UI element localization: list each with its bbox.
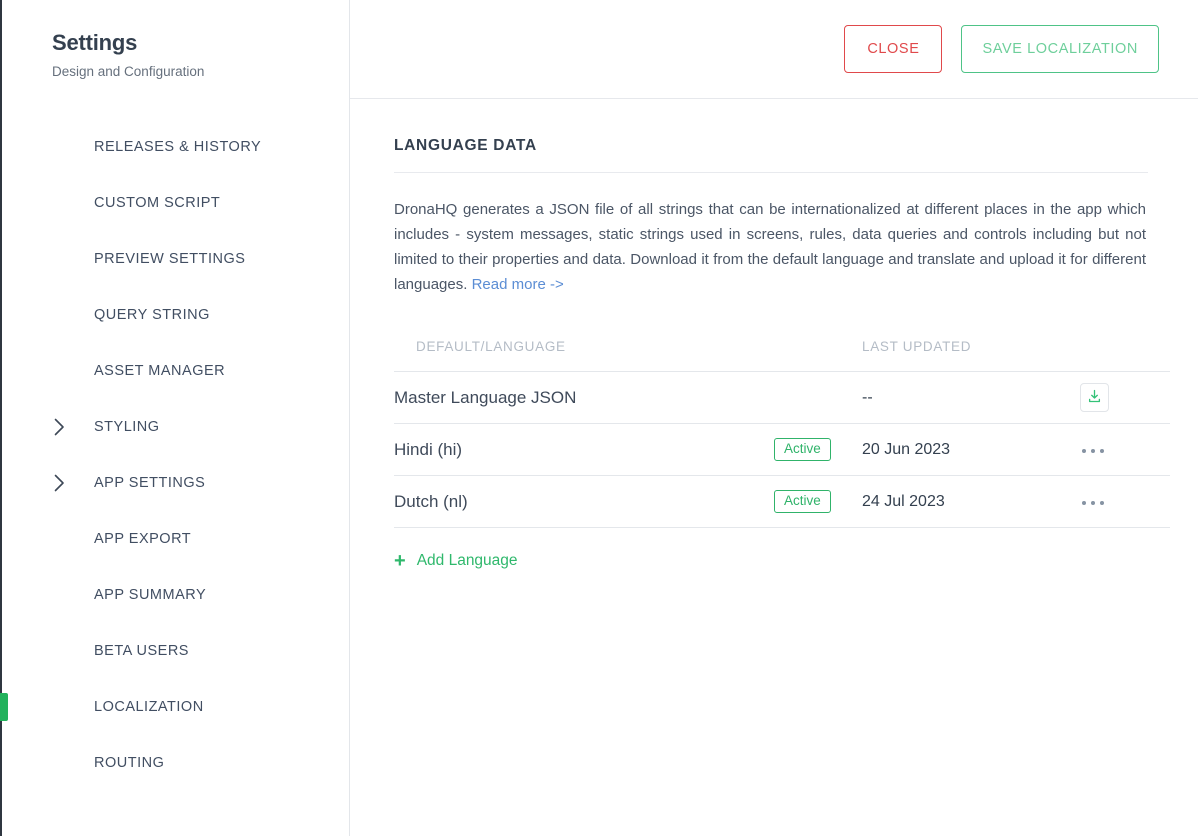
row-menu-button[interactable]: [1080, 495, 1106, 511]
add-language-button[interactable]: + Add Language: [394, 551, 518, 571]
table-row: Master Language JSON --: [394, 371, 1170, 424]
download-icon: [1087, 389, 1102, 407]
section-divider: [394, 172, 1148, 173]
sidebar-item-label: CUSTOM SCRIPT: [94, 194, 221, 211]
settings-sidebar: Settings Design and Configuration RELEAS…: [0, 0, 350, 836]
main-content: LANGUAGE DATA DronaHQ generates a JSON f…: [350, 99, 1198, 572]
sidebar-item-localization[interactable]: LOCALIZATION: [0, 679, 349, 735]
save-localization-button[interactable]: SAVE LOCALIZATION: [961, 25, 1159, 73]
page-subtitle: Design and Configuration: [52, 64, 205, 80]
cell-status: [774, 371, 862, 424]
page-title: Settings: [52, 30, 138, 55]
column-header-actions: [1080, 339, 1170, 372]
cell-last-updated: 20 Jun 2023: [862, 423, 1080, 476]
cell-status: Active: [774, 423, 862, 476]
read-more-link[interactable]: Read more ->: [472, 276, 564, 293]
row-menu-button[interactable]: [1080, 443, 1106, 459]
sidebar-item-app-settings[interactable]: APP SETTINGS: [2, 455, 349, 511]
chevron-right-icon: [50, 474, 68, 492]
sidebar-item-routing[interactable]: ROUTING: [2, 735, 349, 791]
chevron-right-icon: [50, 418, 68, 436]
cell-actions: [1080, 475, 1170, 528]
cell-last-updated: --: [862, 371, 1080, 424]
dot-icon: [1091, 501, 1095, 505]
sidebar-item-styling[interactable]: STYLING: [2, 399, 349, 455]
table-header-row: DEFAULT/LANGUAGE LAST UPDATED: [394, 339, 1170, 372]
cell-language: Dutch (nl): [394, 475, 774, 528]
sidebar-item-label: APP SUMMARY: [94, 586, 207, 603]
sidebar-item-label: APP EXPORT: [94, 530, 192, 547]
language-table-head: DEFAULT/LANGUAGE LAST UPDATED: [394, 339, 1170, 372]
sidebar-item-asset-manager[interactable]: ASSET MANAGER: [2, 343, 349, 399]
sidebar-item-releases-history[interactable]: RELEASES & HISTORY: [2, 119, 349, 175]
sidebar-item-query-string[interactable]: QUERY STRING: [2, 287, 349, 343]
active-indicator: [0, 692, 8, 721]
sidebar-item-label: PREVIEW SETTINGS: [94, 250, 246, 267]
language-table: DEFAULT/LANGUAGE LAST UPDATED Master Lan…: [394, 339, 1170, 528]
sidebar-item-label: RELEASES & HISTORY: [94, 138, 262, 155]
sidebar-item-custom-script[interactable]: CUSTOM SCRIPT: [2, 175, 349, 231]
main-panel: CLOSE SAVE LOCALIZATION LANGUAGE DATA Dr…: [350, 0, 1198, 836]
column-header-last-updated: LAST UPDATED: [862, 339, 1080, 372]
table-row: Dutch (nl) Active 24 Jul 2023: [394, 475, 1170, 528]
sidebar-item-label: ASSET MANAGER: [94, 362, 226, 379]
sidebar-item-label: STYLING: [94, 418, 160, 435]
download-button[interactable]: [1080, 383, 1109, 412]
dot-icon: [1082, 501, 1086, 505]
dot-icon: [1100, 449, 1104, 453]
sidebar-item-preview-settings[interactable]: PREVIEW SETTINGS: [2, 231, 349, 287]
language-data-description: DronaHQ generates a JSON file of all str…: [394, 197, 1146, 297]
dot-icon: [1082, 449, 1086, 453]
sidebar-item-label: LOCALIZATION: [94, 698, 204, 715]
sidebar-header: Settings Design and Configuration: [2, 0, 349, 81]
cell-actions: [1080, 371, 1170, 424]
close-button[interactable]: CLOSE: [844, 25, 943, 73]
plus-icon: +: [394, 550, 406, 572]
column-header-language: DEFAULT/LANGUAGE: [394, 339, 774, 372]
sidebar-item-app-export[interactable]: APP EXPORT: [2, 511, 349, 567]
status-badge: Active: [774, 490, 831, 513]
dot-icon: [1100, 501, 1104, 505]
sidebar-item-label: APP SETTINGS: [94, 474, 206, 491]
cell-language: Hindi (hi): [394, 423, 774, 476]
sidebar-item-label: QUERY STRING: [94, 306, 210, 323]
cell-last-updated: 24 Jul 2023: [862, 475, 1080, 528]
sidebar-item-label: BETA USERS: [94, 642, 189, 659]
table-row: Hindi (hi) Active 20 Jun 2023: [394, 423, 1170, 476]
settings-window: Settings Design and Configuration RELEAS…: [0, 0, 1198, 836]
column-header-status: [774, 339, 862, 372]
cell-language: Master Language JSON: [394, 371, 774, 424]
cell-actions: [1080, 423, 1170, 476]
status-badge: Active: [774, 438, 831, 461]
language-table-body: Master Language JSON -- Hindi (hi) Active 20…: [394, 371, 1170, 528]
section-title: LANGUAGE DATA: [394, 137, 537, 154]
cell-status: Active: [774, 475, 862, 528]
top-action-bar: CLOSE SAVE LOCALIZATION: [350, 0, 1198, 99]
sidebar-item-app-summary[interactable]: APP SUMMARY: [2, 567, 349, 623]
add-language-label: Add Language: [416, 552, 518, 569]
sidebar-item-beta-users[interactable]: BETA USERS: [2, 623, 349, 679]
settings-nav: RELEASES & HISTORY CUSTOM SCRIPT PREVIEW S…: [0, 119, 349, 791]
sidebar-item-label: ROUTING: [94, 754, 165, 771]
dot-icon: [1091, 449, 1095, 453]
